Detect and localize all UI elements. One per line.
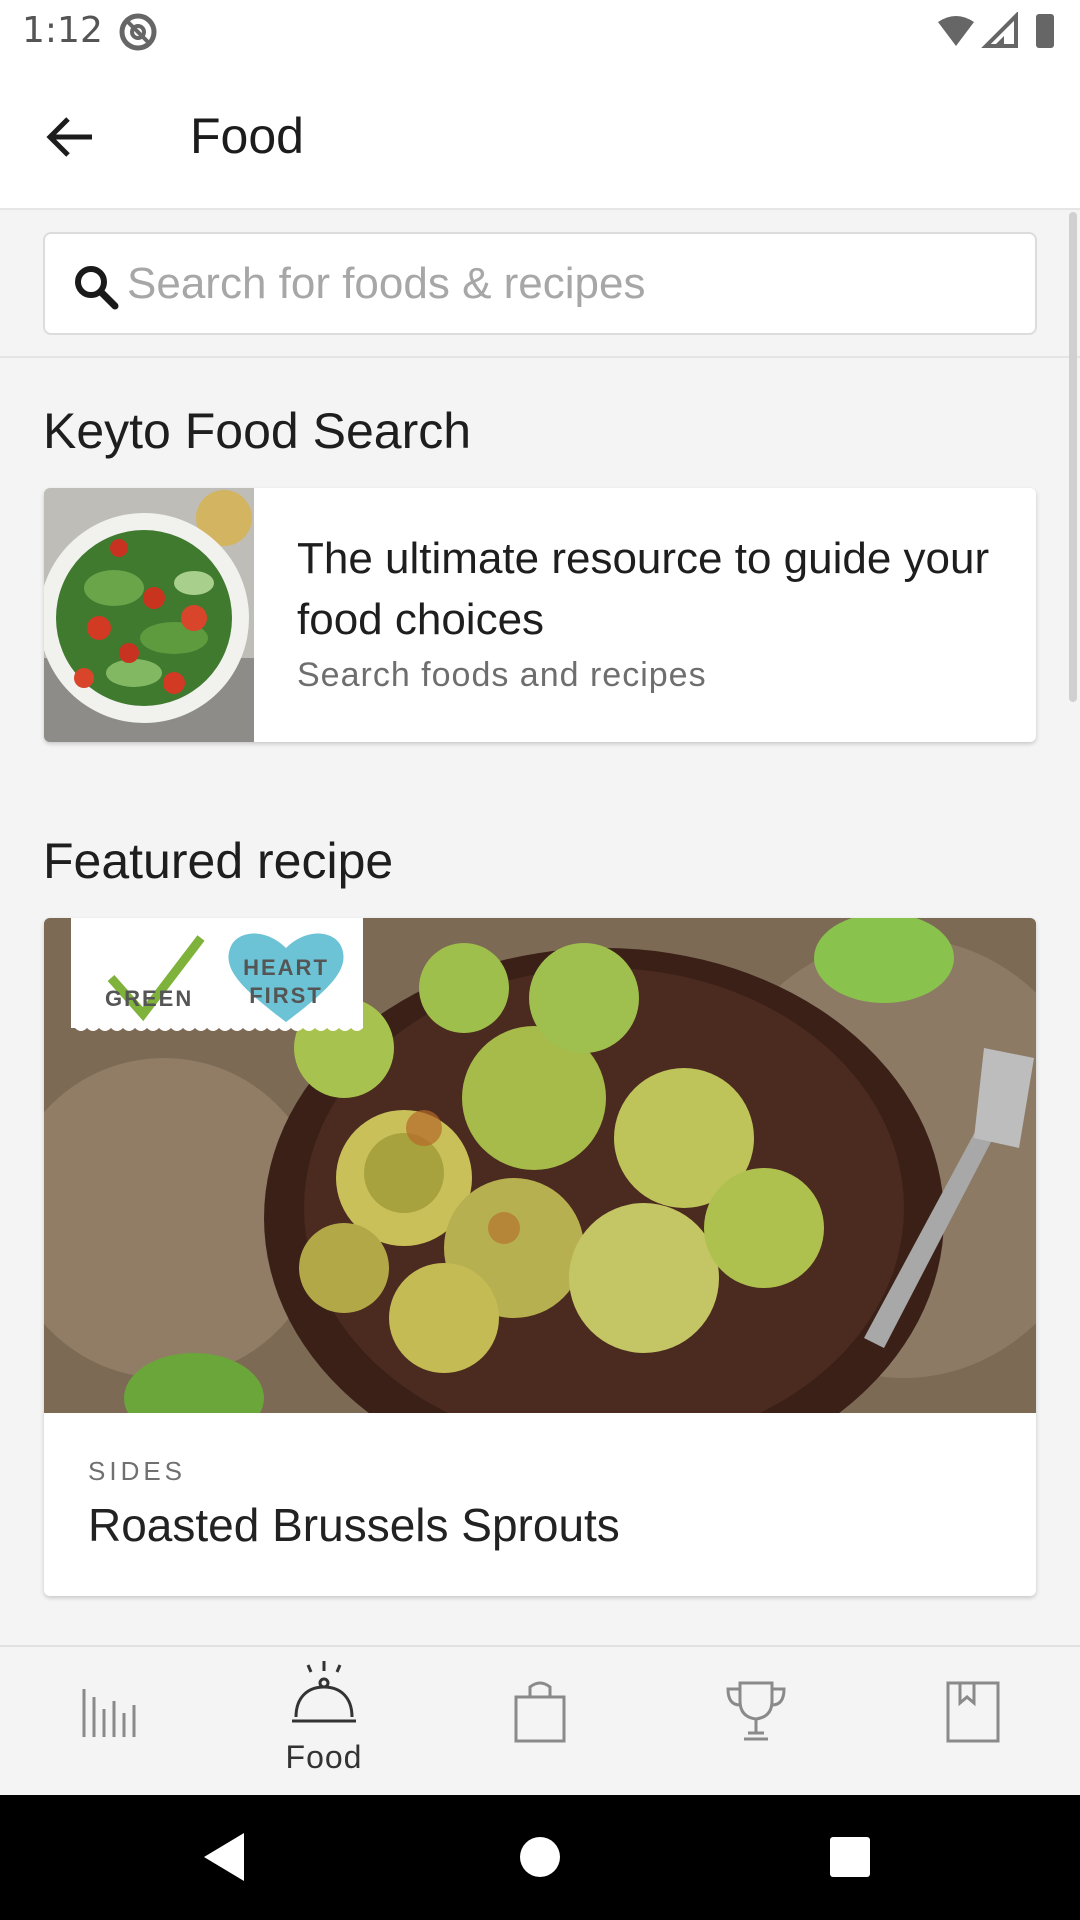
chart-bars-icon: [82, 1689, 136, 1737]
recipe-category: SIDES: [88, 1456, 187, 1486]
bottom-nav: Food: [0, 1645, 1080, 1795]
keyto-section-heading: Keyto Food Search: [43, 403, 472, 459]
at-sign-icon: [119, 13, 157, 51]
nav-item-stats[interactable]: [0, 1647, 216, 1797]
svg-text:GREEN: GREEN: [105, 986, 193, 1011]
system-nav-bar: [0, 1795, 1080, 1920]
svg-text:FIRST: FIRST: [249, 983, 323, 1008]
status-icons: [938, 12, 1054, 48]
svg-text:HEART: HEART: [243, 955, 329, 980]
search-input[interactable]: [127, 234, 1007, 333]
shopping-bag-icon: [514, 1681, 566, 1743]
food-screen: 1:12 Food Keyto Food: [0, 0, 1080, 1920]
bookmark-icon: [946, 1681, 1000, 1743]
nav-item-food[interactable]: Food: [216, 1647, 432, 1797]
nav-item-goals[interactable]: [648, 1647, 864, 1797]
status-bar: 1:12: [0, 0, 1080, 63]
keyto-food-search-card[interactable]: The ultimate resource to guide your food…: [44, 488, 1036, 742]
cloche-icon: [292, 1661, 356, 1723]
status-time: 1:12: [22, 10, 103, 51]
system-home-icon[interactable]: [508, 1825, 572, 1889]
recipe-name: Roasted Brussels Sprouts: [88, 1499, 620, 1551]
keyto-card-title: The ultimate resource to guide your food…: [297, 534, 990, 644]
page-title: Food: [190, 108, 304, 164]
keyto-card-subtitle: Search foods and recipes: [297, 656, 707, 694]
system-back-icon[interactable]: [192, 1825, 256, 1889]
wifi-icon: [938, 16, 974, 46]
diet-badges: GREEN HEART FIRST: [71, 918, 363, 1031]
search-box[interactable]: [43, 232, 1037, 335]
app-bar: Food: [0, 63, 1080, 210]
featured-recipe-card[interactable]: GREEN HEART FIRST SIDES Roasted Brussels…: [44, 918, 1036, 1596]
scrollbar[interactable]: [1069, 212, 1077, 702]
battery-icon: [1036, 14, 1054, 48]
search-icon: [75, 266, 119, 310]
system-recents-icon[interactable]: [818, 1825, 882, 1889]
nav-item-shop[interactable]: [432, 1647, 648, 1797]
nav-label-food: Food: [285, 1739, 363, 1775]
salad-image: [44, 488, 254, 742]
featured-section-heading: Featured recipe: [43, 833, 394, 889]
trophy-icon: [726, 1681, 786, 1741]
search-area: [0, 212, 1080, 358]
nav-item-saved[interactable]: [864, 1647, 1080, 1797]
back-arrow-icon[interactable]: [40, 107, 100, 167]
